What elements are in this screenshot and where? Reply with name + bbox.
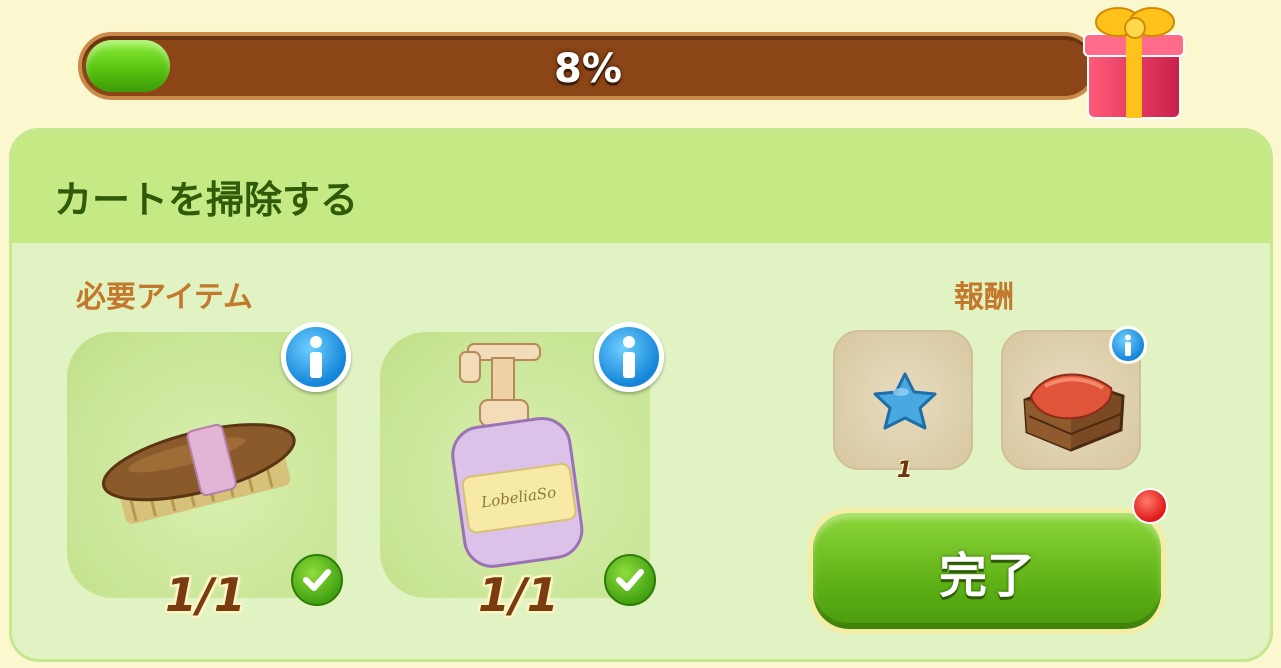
- crate-with-cloth-icon: [1023, 373, 1125, 452]
- required-item-brush[interactable]: 1/1: [67, 322, 351, 622]
- gift-box-icon[interactable]: [1080, 0, 1190, 122]
- brush-icon: [101, 423, 296, 524]
- check-icon: [291, 554, 343, 606]
- reward-item-crate[interactable]: [1001, 326, 1147, 470]
- info-button[interactable]: [594, 322, 664, 392]
- complete-button[interactable]: 完了: [808, 508, 1166, 634]
- item-count: 1/1: [478, 568, 559, 622]
- info-button[interactable]: [1109, 326, 1147, 364]
- notification-dot: [1132, 488, 1168, 524]
- required-item-soap[interactable]: LobeliaSo 1/1: [380, 322, 664, 622]
- task-title: カートを掃除する: [54, 178, 359, 222]
- blue-star-icon: [873, 372, 937, 430]
- soap-bottle-icon: LobeliaSo: [451, 343, 584, 568]
- progress-bar: 8%: [78, 32, 1098, 100]
- item-count: 1/1: [165, 568, 246, 622]
- reward-item-blue-star[interactable]: 1: [833, 330, 973, 483]
- check-icon: [604, 554, 656, 606]
- task-header: カートを掃除する: [12, 131, 1270, 243]
- info-icon: [310, 336, 322, 378]
- info-icon: [623, 336, 635, 378]
- info-icon: [1125, 334, 1131, 356]
- reward-quantity: 1: [897, 458, 913, 483]
- complete-button-face: 完了: [813, 513, 1161, 629]
- rewards-label: 報酬: [954, 280, 1014, 315]
- progress-label: 8%: [554, 46, 622, 92]
- required-items-label: 必要アイテム: [76, 280, 253, 315]
- complete-button-label: 完了: [938, 548, 1035, 604]
- info-button[interactable]: [281, 322, 351, 392]
